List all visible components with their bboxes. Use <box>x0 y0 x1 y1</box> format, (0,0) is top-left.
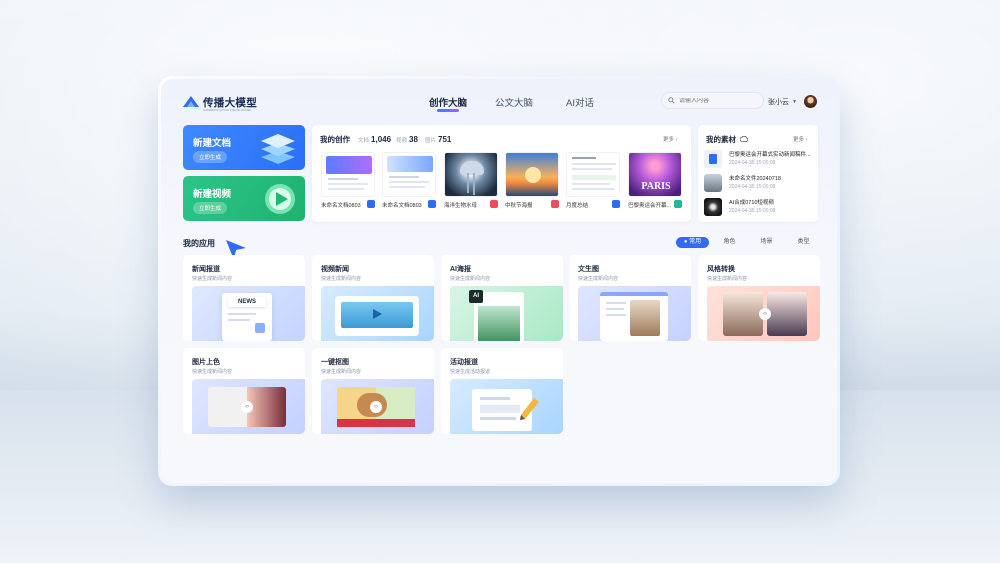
stat-images: 图片 751 <box>425 135 452 144</box>
my-materials-panel: 我的素材 更多 › 巴黎奥运会开幕式实动新闻稿件... 2024-04-30 1… <box>698 125 818 222</box>
my-creation-title: 我的创作 <box>320 135 350 144</box>
swap-icon: ‹› <box>759 308 771 320</box>
app-text-to-image[interactable]: 文生图 快速生成新闻内容 <box>569 255 691 341</box>
new-video-generate-button[interactable]: 立即生成 <box>193 202 228 214</box>
news-label: NEWS <box>228 297 266 307</box>
doc-type-icon <box>428 200 436 208</box>
new-document-generate-button[interactable]: 立即生成 <box>193 151 228 163</box>
avatar[interactable] <box>803 95 817 108</box>
chevron-down-icon: ▼ <box>792 98 797 105</box>
logo[interactable]: 传播大模型 COMMUNICATION LARGE MODEL <box>183 95 257 112</box>
cloud-upload-icon[interactable] <box>739 135 749 142</box>
play-icon <box>265 184 295 214</box>
filter-scene[interactable]: 场景 <box>750 237 783 248</box>
image-type-icon <box>490 200 498 208</box>
app-background-removal[interactable]: 一键抠图 快速生成新闻内容 ‹› <box>312 348 434 434</box>
video-thumbnail <box>704 198 722 216</box>
screen-frame: 传播大模型 COMMUNICATION LARGE MODEL 创作大脑 公文大… <box>158 76 840 486</box>
filter-role[interactable]: 角色 <box>713 237 746 248</box>
document-icon <box>704 150 722 168</box>
swap-icon: ‹› <box>241 401 253 413</box>
app-style-transfer[interactable]: 风格转换 快速生成新闻内容 ‹› <box>698 255 820 341</box>
new-video-card[interactable]: 新建视频 立即生成 <box>183 176 305 221</box>
logo-icon <box>183 96 199 107</box>
video-type-icon <box>674 200 682 208</box>
search-input[interactable] <box>679 97 759 104</box>
my-apps-title: 我的应用 <box>183 239 215 248</box>
app-news-report[interactable]: 新闻报道 快速生成新闻内容 NEWS <box>183 255 305 341</box>
doc-type-icon <box>612 200 620 208</box>
tab-creation-brain[interactable]: 创作大脑 <box>415 95 481 112</box>
new-document-title: 新建文档 <box>193 138 232 149</box>
search-box[interactable] <box>661 92 764 109</box>
creation-item[interactable]: 中秋节海报 <box>505 152 559 212</box>
creation-more-link[interactable]: 更多 › <box>663 135 677 143</box>
my-materials-title: 我的素材 <box>706 134 749 145</box>
ai-badge: AI <box>469 290 483 303</box>
stat-docs: 文档 1,046 <box>358 135 392 144</box>
new-document-card[interactable]: 新建文档 立即生成 <box>183 125 305 170</box>
creation-item[interactable]: 海洋生物水母 <box>444 152 498 212</box>
layers-icon <box>261 134 295 164</box>
app-window: 传播大模型 COMMUNICATION LARGE MODEL 创作大脑 公文大… <box>161 79 837 483</box>
image-type-icon <box>551 200 559 208</box>
logo-subtitle: COMMUNICATION LARGE MODEL <box>203 108 252 112</box>
filter-type[interactable]: 类型 <box>787 237 820 248</box>
material-item[interactable]: 巴黎奥运会开幕式实动新闻稿件... 2024-04-30 15:00:09 <box>704 149 814 169</box>
material-item[interactable]: AI合成0710短视频 2024-04-30 15:00:09 <box>704 197 814 217</box>
image-thumbnail <box>704 174 722 192</box>
creation-item[interactable]: 月度总结 <box>566 152 620 212</box>
app-filters: ● 常用 角色 场景 类型 <box>676 237 820 248</box>
paris-text: PARIS <box>641 181 671 192</box>
tab-ai-chat[interactable]: AI对话 <box>547 95 613 109</box>
user-menu[interactable]: 张小云 ▼ <box>768 95 817 108</box>
top-nav: 创作大脑 公文大脑 AI对话 <box>415 95 613 112</box>
app-ai-poster[interactable]: AI海报 快速生成新闻内容 AI <box>441 255 563 341</box>
doc-type-icon <box>367 200 375 208</box>
new-video-title: 新建视频 <box>193 189 232 200</box>
search-icon <box>668 97 675 104</box>
pencil-icon <box>520 398 539 420</box>
app-event-report[interactable]: 活动报道 快速生成活动报道 <box>441 348 563 434</box>
creation-item[interactable]: 未命名文档0803 <box>321 152 375 212</box>
creation-item[interactable]: PARIS 巴黎奥运会开幕... <box>628 152 682 212</box>
stat-videos: 视频 38 <box>396 135 418 144</box>
my-creation-panel: 我的创作 文档 1,046 视频 38 图片 751 更多 › 未命名文档0803 未… <box>312 125 691 222</box>
filter-common[interactable]: ● 常用 <box>676 237 709 248</box>
play-icon <box>373 309 382 319</box>
user-name: 张小云 <box>768 98 789 106</box>
app-image-colorize[interactable]: 图片上色 快速生成新闻内容 ‹› <box>183 348 305 434</box>
creation-item[interactable]: 未命名文档0803 <box>382 152 436 212</box>
materials-more-link[interactable]: 更多 › <box>793 135 807 143</box>
app-video-news[interactable]: 视频新闻 快速生成新闻内容 <box>312 255 434 341</box>
material-item[interactable]: 未命名文件20240718 2024-04-30 15:00:09 <box>704 173 814 193</box>
swap-icon: ‹› <box>370 401 382 413</box>
tab-document-brain[interactable]: 公文大脑 <box>481 95 547 109</box>
